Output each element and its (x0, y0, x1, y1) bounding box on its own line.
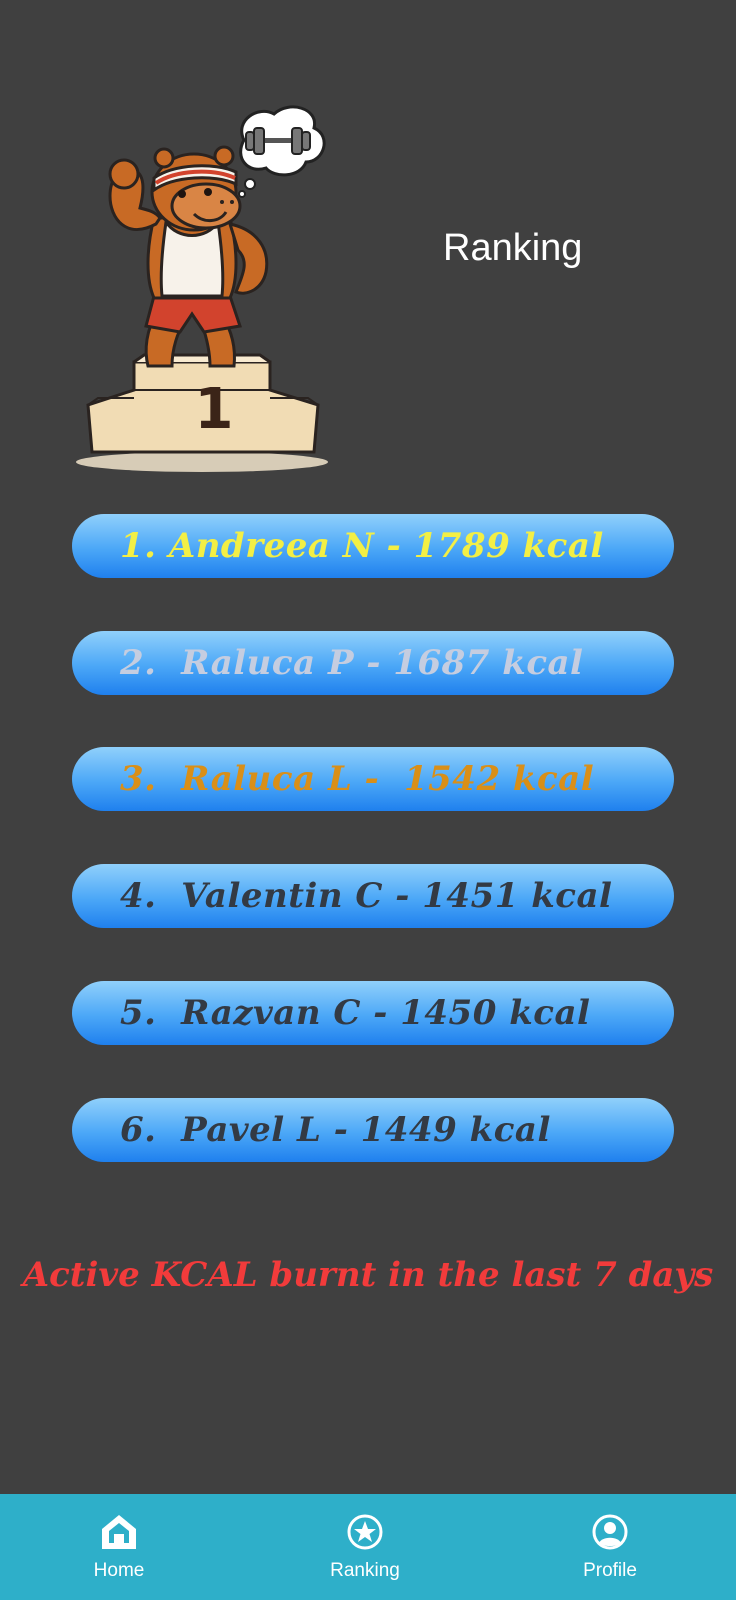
home-icon (102, 1515, 136, 1549)
star-circle-icon (347, 1514, 383, 1550)
account-circle-icon (592, 1514, 628, 1550)
podium-number: 1 (195, 377, 234, 442)
ranking-item-text: 1. Andreea N - 1789 kcal (120, 526, 604, 566)
ranking-item-text: 2. Raluca P - 1687 kcal (120, 643, 584, 683)
ranking-item-1[interactable]: 1. Andreea N - 1789 kcal (72, 514, 674, 578)
nav-home[interactable]: Home (39, 1494, 199, 1600)
kcal-caption: Active KCAL burnt in the last 7 days (22, 1255, 714, 1295)
ranking-item-text: 6. Pavel L - 1449 kcal (120, 1110, 551, 1150)
nav-profile[interactable]: Profile (530, 1494, 690, 1600)
ranking-item-3[interactable]: 3. Raluca L - 1542 kcal (72, 747, 674, 811)
nav-ranking-label: Ranking (330, 1560, 400, 1581)
ranking-item-text: 3. Raluca L - 1542 kcal (120, 759, 595, 799)
ranking-item-6[interactable]: 6. Pavel L - 1449 kcal (72, 1098, 674, 1162)
nav-home-label: Home (93, 1560, 145, 1581)
ranking-item-5[interactable]: 5. Razvan C - 1450 kcal (72, 981, 674, 1045)
ranking-item-2[interactable]: 2. Raluca P - 1687 kcal (72, 631, 674, 695)
ranking-item-text: 4. Valentin C - 1451 kcal (120, 876, 613, 916)
ranking-item-4[interactable]: 4. Valentin C - 1451 kcal (72, 864, 674, 928)
bottom-navigation: Home Ranking Profile (0, 1494, 736, 1600)
nav-profile-label: Profile (583, 1560, 637, 1581)
page-title: Ranking (443, 227, 583, 269)
ranking-screen: 1 Ranking 1. Andreea N - 1789 kcal 2. Ra… (0, 0, 736, 1600)
hippo-mascot-icon: 1 (76, 105, 328, 472)
nav-ranking[interactable]: Ranking (285, 1494, 445, 1600)
ranking-item-text: 5. Razvan C - 1450 kcal (120, 993, 591, 1033)
